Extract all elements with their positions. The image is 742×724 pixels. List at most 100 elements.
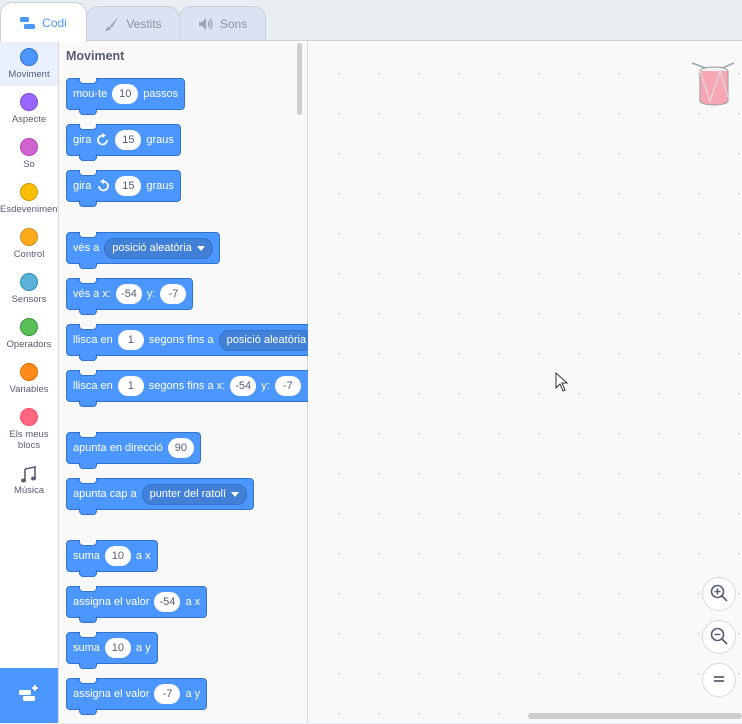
block-text: mou-te bbox=[73, 88, 108, 100]
tab-code[interactable]: Codi bbox=[0, 2, 87, 42]
zoom-in-button[interactable] bbox=[702, 577, 736, 611]
block-text: graus bbox=[146, 180, 174, 192]
looks-color-dot bbox=[20, 93, 38, 111]
block-text: apunta cap a bbox=[73, 488, 137, 500]
music-notes-icon bbox=[20, 466, 38, 484]
category-label: Variables bbox=[9, 384, 49, 395]
y-input[interactable]: -7 bbox=[154, 684, 181, 704]
point-target-dropdown[interactable]: punter del ratolí bbox=[141, 483, 248, 505]
dropdown-value: posició aleatòria bbox=[112, 242, 192, 254]
dropdown-value: posició aleatòria bbox=[226, 334, 307, 346]
chevron-down-icon bbox=[231, 491, 240, 497]
dy-input[interactable]: 10 bbox=[104, 638, 131, 658]
palette-scrollbar[interactable] bbox=[297, 43, 302, 115]
add-extension-icon bbox=[17, 684, 41, 707]
x-input[interactable]: -54 bbox=[154, 592, 181, 612]
rotate-clockwise-icon bbox=[96, 133, 110, 147]
category-motion[interactable]: Moviment bbox=[0, 41, 58, 86]
seconds-input[interactable]: 1 bbox=[117, 376, 144, 396]
category-label: Moviment bbox=[8, 69, 50, 80]
block-text: graus bbox=[146, 134, 174, 146]
category-control[interactable]: Control bbox=[0, 221, 58, 266]
tab-sounds-label: Sons bbox=[219, 17, 248, 31]
script-area[interactable] bbox=[308, 41, 742, 723]
events-color-dot bbox=[20, 183, 38, 201]
brush-icon bbox=[104, 16, 120, 32]
block-text: apunta en direcció bbox=[73, 442, 163, 454]
tab-sounds[interactable]: Sons bbox=[179, 6, 266, 41]
y-input[interactable]: -7 bbox=[160, 284, 187, 304]
block-set-y[interactable]: assigna el valor -7 a y bbox=[66, 678, 208, 715]
zoom-reset-button[interactable] bbox=[702, 663, 736, 697]
block-text: vés a bbox=[73, 242, 100, 254]
tab-code-label: Codi bbox=[42, 15, 67, 30]
rotate-counterclockwise-icon bbox=[96, 179, 110, 193]
steps-input[interactable]: 10 bbox=[112, 84, 139, 104]
degrees-input[interactable]: 15 bbox=[115, 176, 142, 196]
category-sound[interactable]: So bbox=[0, 131, 58, 176]
category-music[interactable]: Música bbox=[0, 461, 58, 506]
block-text: y: bbox=[146, 288, 156, 300]
category-my-blocks[interactable]: Els meus blocs bbox=[0, 401, 58, 461]
category-variables[interactable]: Variables bbox=[0, 356, 58, 401]
block-text: a y bbox=[135, 642, 151, 654]
block-text: suma bbox=[73, 550, 100, 562]
direction-input[interactable]: 90 bbox=[167, 438, 194, 458]
sound-color-dot bbox=[20, 138, 38, 156]
zoom-in-icon bbox=[709, 583, 729, 606]
zoom-reset-icon bbox=[710, 670, 728, 691]
drum-sprite-icon bbox=[690, 57, 736, 107]
category-label: Sensors bbox=[11, 294, 47, 305]
x-input[interactable]: -54 bbox=[230, 376, 257, 396]
block-text: llisca en bbox=[73, 334, 113, 346]
category-label: Els meus blocs bbox=[9, 429, 49, 451]
block-text: a x bbox=[185, 596, 201, 608]
block-turn-right[interactable]: gira 15 graus bbox=[66, 124, 181, 161]
block-go-to[interactable]: vés a posició aleatòria bbox=[66, 232, 220, 269]
block-glide-to[interactable]: llisca en 1 segons fins a posició aleatò… bbox=[66, 324, 316, 361]
block-go-to-xy[interactable]: vés a x: -54 y: -7 bbox=[66, 278, 194, 315]
dx-input[interactable]: 10 bbox=[104, 546, 131, 566]
block-text: segons fins a bbox=[148, 334, 214, 346]
block-text: gira bbox=[73, 180, 92, 192]
control-color-dot bbox=[20, 228, 38, 246]
chevron-down-icon bbox=[196, 245, 205, 251]
add-extension-button[interactable] bbox=[0, 668, 58, 723]
category-menu: Moviment Aspecte So Esdeveniments Contro… bbox=[0, 41, 59, 723]
tab-costumes[interactable]: Vestits bbox=[86, 6, 180, 41]
goto-target-dropdown[interactable]: posició aleatòria bbox=[104, 237, 213, 259]
seconds-input[interactable]: 1 bbox=[117, 330, 144, 350]
glide-target-dropdown[interactable]: posició aleatòria bbox=[218, 329, 315, 351]
category-operators[interactable]: Operadors bbox=[0, 311, 58, 356]
code-icon bbox=[20, 15, 36, 31]
category-label: Esdeveniments bbox=[0, 204, 58, 215]
variables-color-dot bbox=[20, 363, 38, 381]
x-input[interactable]: -54 bbox=[115, 284, 142, 304]
zoom-out-button[interactable] bbox=[702, 620, 736, 654]
block-text: assigna el valor bbox=[73, 596, 150, 608]
motion-color-dot bbox=[20, 48, 38, 66]
block-text: a x bbox=[135, 550, 151, 562]
degrees-input[interactable]: 15 bbox=[115, 130, 142, 150]
block-change-x[interactable]: suma 10 a x bbox=[66, 540, 158, 577]
block-text: gira bbox=[73, 134, 92, 146]
block-set-x[interactable]: assigna el valor -54 a x bbox=[66, 586, 208, 623]
block-turn-left[interactable]: gira 15 graus bbox=[66, 170, 181, 207]
my-blocks-color-dot bbox=[20, 408, 38, 426]
block-point-in-direction[interactable]: apunta en direcció 90 bbox=[66, 432, 201, 469]
category-sensing[interactable]: Sensors bbox=[0, 266, 58, 311]
category-looks[interactable]: Aspecte bbox=[0, 86, 58, 131]
block-text: vés a x: bbox=[73, 288, 111, 300]
block-text: assigna el valor bbox=[73, 688, 150, 700]
block-change-y[interactable]: suma 10 a y bbox=[66, 632, 158, 669]
block-glide-to-xy[interactable]: llisca en 1 segons fins a x: -54 y: -7 bbox=[66, 370, 316, 407]
script-area-horizontal-scrollbar[interactable] bbox=[528, 713, 742, 719]
y-input[interactable]: -7 bbox=[274, 376, 301, 396]
tab-costumes-label: Vestits bbox=[126, 17, 162, 31]
block-move-steps[interactable]: mou-te 10 passos bbox=[66, 78, 186, 115]
category-label: So bbox=[23, 159, 35, 170]
category-label: Control bbox=[13, 249, 45, 260]
dropdown-value: punter del ratolí bbox=[149, 488, 227, 500]
category-events[interactable]: Esdeveniments bbox=[0, 176, 58, 221]
block-point-towards[interactable]: apunta cap a punter del ratolí bbox=[66, 478, 255, 515]
